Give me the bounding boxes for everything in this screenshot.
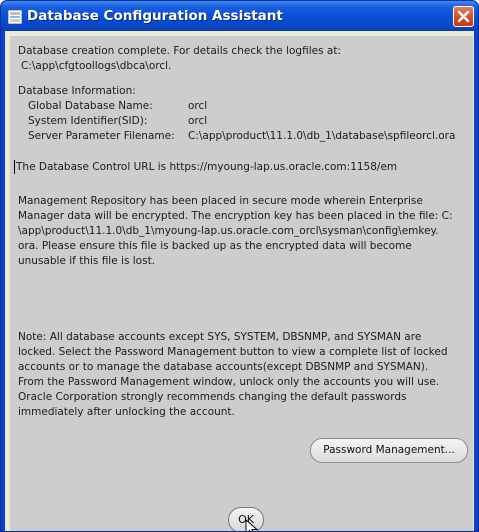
dialog-client-area: Database creation complete. For details …	[5, 31, 474, 531]
accounts-note-line: From the Password Management window, unl…	[18, 376, 440, 388]
window-title: Database Configuration Assistant	[27, 8, 283, 24]
mouse-pointer-icon	[245, 518, 259, 531]
repository-note-line: Management Repository has been placed in…	[18, 195, 423, 207]
message-panel: Database creation complete. For details …	[10, 36, 473, 531]
completion-message: Database creation complete. For details …	[18, 45, 341, 57]
info-label-global-db-name: Global Database Name:	[28, 100, 153, 112]
close-button[interactable]	[453, 6, 474, 27]
control-url-line[interactable]: The Database Control URL is https://myou…	[16, 160, 397, 175]
repository-note-line: \app\product\11.1.0\db_1\myoung-lap.us.o…	[18, 225, 439, 237]
repository-note-line: Manager data will be encrypted. The encr…	[18, 210, 453, 222]
password-management-button[interactable]: Password Management...	[310, 438, 468, 463]
info-label-sid: System Identifier(SID):	[28, 115, 148, 127]
accounts-note-line: Note: All database accounts except SYS, …	[18, 331, 422, 343]
accounts-note-line: Oracle Corporation strongly recommends c…	[18, 391, 407, 403]
oracle-app-icon	[7, 9, 23, 25]
accounts-note-line: locked. Select the Password Management b…	[18, 346, 448, 358]
text-caret	[14, 160, 15, 174]
repository-note-line: ora. Please ensure this file is backed u…	[18, 240, 412, 252]
logfile-path: C:\app\cfgtoollogs\dbca\orcl.	[21, 60, 172, 72]
dialog-window: Database Configuration Assistant Databas…	[0, 0, 479, 532]
info-value-spfile: C:\app\product\11.1.0\db_1\database\spfi…	[188, 130, 456, 142]
info-label-spfile: Server Parameter Filename:	[28, 130, 175, 142]
title-bar[interactable]: Database Configuration Assistant	[1, 1, 478, 31]
info-value-sid: orcl	[188, 115, 208, 127]
info-value-global-db-name: orcl	[188, 100, 208, 112]
accounts-note-line: immediately after unlocking the account.	[18, 406, 235, 418]
info-heading: Database Information:	[18, 85, 136, 97]
repository-note-line: unusable if this file is lost.	[18, 255, 156, 267]
accounts-note-line: accounts or to manage the database accou…	[18, 361, 429, 373]
